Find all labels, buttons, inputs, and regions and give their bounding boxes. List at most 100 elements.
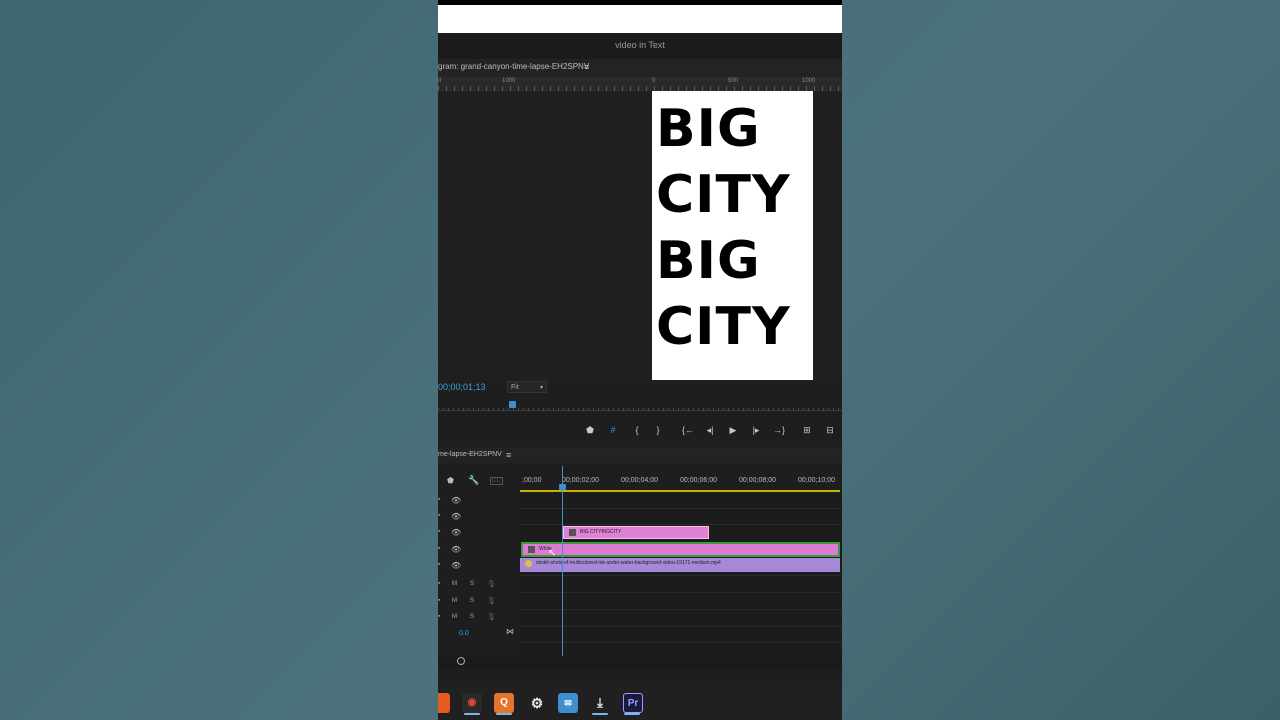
- active-indicator: [496, 713, 512, 715]
- track-header-v5[interactable]: ▪ 👁: [438, 494, 520, 510]
- timeline-clip-video[interactable]: mixkit-shots-of-multicolored-ink-under-w…: [520, 558, 840, 572]
- panel-menu-icon[interactable]: ≡: [584, 59, 589, 75]
- eye-icon[interactable]: 👁: [451, 528, 461, 537]
- transport-controls: ⬟ # { } {← ◂| ▶ |▸ →} ⊞ ⊟: [438, 420, 842, 440]
- track-header-v1[interactable]: ▪ 👁: [438, 559, 520, 575]
- captions-icon[interactable]: CC: [490, 477, 503, 485]
- eye-icon[interactable]: 👁: [451, 512, 461, 521]
- canvas-text-line: CITY: [656, 165, 791, 225]
- canvas-text-line: BIG: [656, 99, 761, 159]
- marker-icon[interactable]: ⬟: [582, 420, 598, 440]
- clip-label: BIG CITYBIGCITY: [580, 529, 622, 535]
- time-label: 00;00;06;00: [680, 477, 717, 484]
- program-playhead[interactable]: [509, 401, 516, 408]
- mic-icon[interactable]: 🎙: [487, 613, 496, 621]
- timeline-tab[interactable]: me-lapse-EH2SPNV ≡: [438, 447, 842, 463]
- play-icon[interactable]: ▶: [725, 420, 741, 440]
- mute-button[interactable]: M: [452, 598, 457, 604]
- go-to-out-icon[interactable]: →}: [771, 420, 787, 440]
- track-header-v4[interactable]: ▪ 👁: [438, 510, 520, 526]
- canvas-text-line: BIG: [656, 231, 761, 291]
- step-back-icon[interactable]: ◂|: [702, 420, 718, 440]
- active-indicator: [624, 713, 640, 715]
- wrench-icon[interactable]: 🔧: [468, 475, 479, 486]
- track-header-a3[interactable]: ▪ M S 🎙: [438, 611, 520, 627]
- ruler-label: 1000: [502, 78, 516, 84]
- screen-recording-frame: video in Text gram: grand-canyon-time-la…: [438, 0, 842, 720]
- panel-menu-icon[interactable]: ≡: [506, 447, 511, 463]
- mail-icon[interactable]: ✉: [558, 693, 578, 713]
- eye-icon[interactable]: 👁: [451, 561, 461, 570]
- gear-icon[interactable]: ⚙: [527, 693, 547, 713]
- master-volume-value[interactable]: 0.0: [459, 630, 469, 637]
- chevron-down-icon: ▾: [539, 385, 543, 391]
- ruler-label: 1000: [802, 78, 816, 84]
- mark-out-icon[interactable]: }: [650, 420, 666, 440]
- timeline-time-ruler[interactable]: ;00;00 00;00;02;00 00;00;04;00 00;00;06;…: [520, 472, 842, 492]
- sync-lock-icon[interactable]: ▪: [438, 528, 440, 535]
- sync-lock-icon[interactable]: ▪: [438, 613, 440, 620]
- timeline-clip-title[interactable]: BIG CITYBIGCITY: [563, 526, 709, 539]
- mic-icon[interactable]: 🎙: [487, 580, 496, 588]
- divider: [520, 592, 842, 593]
- ruler-label: 500: [728, 78, 739, 84]
- mouse-cursor-icon: ↖: [548, 548, 557, 559]
- program-monitor-tab[interactable]: gram: grand-canyon-time-lapse-EH2SPNV ≡: [438, 59, 842, 77]
- eye-icon[interactable]: 👁: [451, 496, 461, 505]
- eye-icon[interactable]: 👁: [451, 545, 461, 554]
- mute-button[interactable]: M: [452, 614, 457, 620]
- divider: [520, 524, 842, 525]
- grid-icon[interactable]: #: [605, 420, 621, 440]
- mute-button[interactable]: M: [452, 581, 457, 587]
- sync-lock-icon[interactable]: ▪: [438, 512, 440, 519]
- divider: [520, 642, 842, 643]
- divider: [438, 410, 842, 411]
- app-icon-folder[interactable]: [438, 693, 450, 713]
- fx-icon: [525, 560, 532, 567]
- go-to-in-icon[interactable]: {←: [680, 420, 696, 440]
- sync-lock-icon[interactable]: ▪: [438, 496, 440, 503]
- program-canvas-frame[interactable]: BIG CITY BIG CITY: [652, 91, 813, 380]
- step-forward-icon[interactable]: |▸: [748, 420, 764, 440]
- timeline-playhead-line[interactable]: [562, 466, 563, 658]
- timeline-tools: ⬟ 🔧 CC: [438, 472, 520, 492]
- solo-button[interactable]: S: [470, 581, 474, 587]
- mic-icon[interactable]: 🎙: [487, 597, 496, 605]
- timeline-zoom-scrollbar[interactable]: [438, 656, 842, 668]
- divider: [520, 575, 842, 576]
- fx-icon: [528, 546, 535, 553]
- active-indicator: [592, 713, 608, 715]
- chrome-icon[interactable]: ◉: [462, 693, 482, 713]
- overwrite-icon[interactable]: ⊟: [822, 420, 838, 440]
- time-label: ;00;00: [522, 477, 542, 484]
- bowtie-icon[interactable]: ⋈: [506, 627, 514, 636]
- mark-in-icon[interactable]: {: [629, 420, 645, 440]
- program-tab-label: gram: grand-canyon-time-lapse-EH2SPNV: [438, 62, 590, 71]
- clip-label: mixkit-shots-of-multicolored-ink-under-w…: [536, 560, 721, 566]
- divider: [520, 609, 842, 610]
- sync-lock-icon[interactable]: ▪: [438, 597, 440, 604]
- solo-button[interactable]: S: [470, 614, 474, 620]
- track-header-a2[interactable]: ▪ M S 🎙: [438, 595, 520, 611]
- time-label: 00;00;10;00: [798, 477, 835, 484]
- sync-lock-icon[interactable]: ▪: [438, 580, 440, 587]
- timeline-playhead-handle[interactable]: [559, 484, 566, 490]
- timeline-clip-white[interactable]: White: [521, 542, 840, 557]
- playhead-timecode[interactable]: 00;00;01;13: [438, 382, 486, 392]
- track-header-a1[interactable]: ▪ M S 🎙: [438, 578, 520, 594]
- canvas-text-line: CITY: [656, 297, 791, 357]
- track-header-v2[interactable]: ▪ 👁: [438, 543, 520, 559]
- time-label: 00;00;02;00: [562, 477, 599, 484]
- sync-lock-icon[interactable]: ▪: [438, 545, 440, 552]
- solo-button[interactable]: S: [470, 598, 474, 604]
- zoom-fit-dropdown[interactable]: Fit ▾: [507, 381, 547, 393]
- sync-lock-icon[interactable]: ▪: [438, 561, 440, 568]
- add-marker-icon[interactable]: ⬟: [447, 476, 454, 485]
- download-icon[interactable]: ⤓: [590, 693, 610, 713]
- track-header-v3[interactable]: ▪ 👁: [438, 526, 520, 542]
- zoom-handle[interactable]: [457, 657, 465, 665]
- insert-icon[interactable]: ⊞: [799, 420, 815, 440]
- premiere-icon[interactable]: Pr: [623, 693, 643, 713]
- q-app-icon[interactable]: Q: [494, 693, 514, 713]
- active-indicator: [464, 713, 480, 715]
